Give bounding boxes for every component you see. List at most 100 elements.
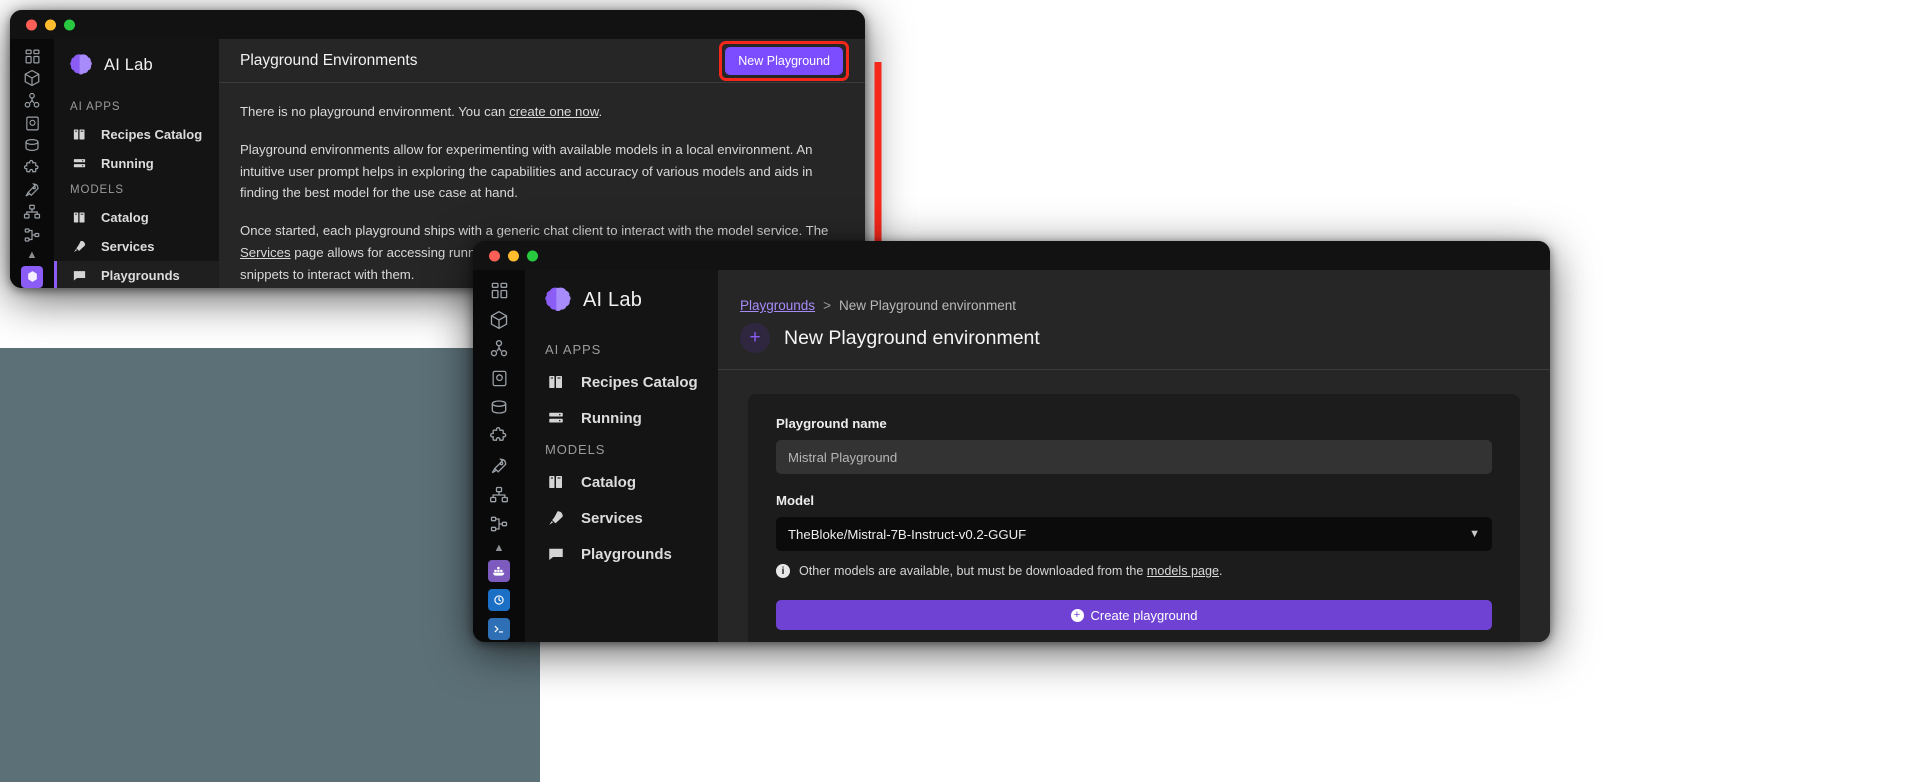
window2-icon-rail[interactable]: ▲	[473, 270, 525, 642]
podman-icon[interactable]	[482, 588, 516, 613]
window1-icon-rail[interactable]: ▲	[10, 39, 54, 288]
brain-icon	[70, 53, 92, 77]
maximize-window-button[interactable]	[64, 19, 75, 30]
brand-name: AI Lab	[583, 288, 643, 311]
sidebar-item-playgrounds[interactable]: Playgrounds	[54, 261, 219, 288]
terminal-logo	[488, 618, 510, 641]
kubernetes-icon[interactable]	[15, 203, 49, 221]
plus-icon: +	[740, 323, 770, 353]
volume-icon[interactable]	[482, 395, 516, 420]
create-playground-label: Create playground	[1090, 607, 1198, 623]
chat-icon	[545, 545, 567, 563]
close-window-button[interactable]	[26, 19, 37, 30]
model-select[interactable]: TheBloke/Mistral-7B-Instruct-v0.2-GGUF ▼	[776, 517, 1492, 551]
docker-logo	[488, 560, 510, 583]
brain-icon	[545, 286, 571, 314]
pods-icon[interactable]	[15, 92, 49, 110]
book-icon	[545, 473, 567, 491]
dashboard-icon[interactable]	[15, 47, 49, 65]
models-page-link[interactable]: models page	[1147, 564, 1219, 578]
rocket-icon	[70, 239, 89, 254]
app-brand: AI Lab	[54, 39, 219, 95]
sidebar-item-recipes-catalog[interactable]: Recipes Catalog	[525, 364, 718, 400]
chevron-down-icon: ▼	[1469, 528, 1480, 540]
kubernetes-icon[interactable]	[482, 482, 516, 507]
cube-icon[interactable]	[15, 69, 49, 87]
sidebar-item-recipes-catalog[interactable]: Recipes Catalog	[54, 120, 219, 149]
text-before: Once started, each playground ships with…	[240, 223, 829, 239]
sidebar-item-services[interactable]: Services	[525, 500, 718, 536]
sidebar-item-services[interactable]: Services	[54, 232, 219, 261]
new-playground-highlight: New Playground	[719, 40, 849, 81]
dashboard-icon[interactable]	[482, 278, 516, 303]
hint-text: Other models are available, but must be …	[799, 564, 1223, 578]
window1-traffic-lights[interactable]	[26, 19, 75, 30]
window2-traffic-lights[interactable]	[489, 250, 538, 261]
create-playground-button[interactable]: + Create playground	[776, 600, 1492, 630]
cube-icon[interactable]	[482, 307, 516, 332]
sidebar-label: Running	[101, 156, 154, 171]
close-window-button[interactable]	[489, 250, 500, 261]
app-brand: AI Lab	[525, 270, 718, 336]
sidebar-label: Services	[581, 509, 643, 527]
model-hint: i Other models are available, but must b…	[776, 564, 1492, 578]
extensions-icon[interactable]	[482, 424, 516, 449]
sidebar-item-running[interactable]: Running	[54, 149, 219, 178]
text-after: .	[598, 104, 603, 119]
book-icon	[70, 127, 89, 142]
page-header: + New Playground environment	[718, 313, 1550, 370]
minimize-window-button[interactable]	[45, 19, 56, 30]
sidebar-label: Playgrounds	[581, 545, 672, 563]
podman-icon[interactable]	[15, 265, 49, 288]
rocket-icon	[545, 509, 567, 527]
sidebar-group-ai-apps: AI APPS	[545, 342, 602, 357]
image-icon[interactable]	[482, 366, 516, 391]
pods-icon[interactable]	[482, 336, 516, 361]
breadcrumb-playgrounds-link[interactable]: Playgrounds	[740, 298, 815, 313]
server-icon	[70, 156, 89, 171]
sidebar-item-playgrounds[interactable]: Playgrounds	[525, 536, 718, 572]
window1-sidebar[interactable]: AI Lab AI APPS Recipes Catalog Running M…	[54, 39, 219, 288]
playground-name-input[interactable]: Mistral Playground	[776, 440, 1492, 474]
sidebar-item-running[interactable]: Running	[525, 400, 718, 436]
sidebar-label: Catalog	[581, 473, 637, 491]
docker-icon[interactable]	[482, 559, 516, 584]
window2-titlebar[interactable]	[473, 241, 1550, 270]
volume-icon[interactable]	[15, 136, 49, 154]
brand-name: AI Lab	[104, 55, 153, 74]
model-select-value: TheBloke/Mistral-7B-Instruct-v0.2-GGUF	[788, 526, 1027, 542]
sidebar-item-catalog[interactable]: Catalog	[525, 464, 718, 500]
compose-icon[interactable]	[482, 511, 516, 536]
compose-icon[interactable]	[15, 226, 49, 244]
sidebar-group-ai-apps: AI APPS	[70, 101, 121, 113]
window2-sidebar[interactable]: AI Lab AI APPS Recipes Catalog Running M…	[525, 270, 718, 642]
window1-header: Playground Environments New Playground	[219, 39, 865, 83]
page-title: Playground Environments	[240, 51, 418, 69]
extensions-icon[interactable]	[15, 159, 49, 177]
info-icon: i	[776, 564, 790, 578]
breadcrumb: Playgrounds > New Playground environment	[718, 270, 1550, 313]
desktop-backdrop	[0, 348, 540, 782]
sidebar-label: Catalog	[101, 210, 149, 225]
services-link[interactable]: Services	[240, 245, 291, 260]
maximize-window-button[interactable]	[527, 250, 538, 261]
rocket-icon[interactable]	[475, 453, 517, 478]
sidebar-group-models: MODELS	[70, 184, 124, 196]
rocket-icon[interactable]	[10, 181, 50, 199]
chat-icon	[70, 268, 89, 283]
new-playground-form: Playground name Mistral Playground Model…	[748, 394, 1520, 642]
hint-before: Other models are available, but must be …	[799, 564, 1147, 578]
breadcrumb-current: New Playground environment	[838, 298, 1017, 313]
create-one-now-link[interactable]: create one now	[509, 104, 598, 119]
window1-titlebar[interactable]	[10, 10, 865, 39]
chevron-up-icon[interactable]: ▲	[27, 248, 38, 262]
minimize-window-button[interactable]	[508, 250, 519, 261]
podman-logo	[21, 265, 43, 288]
chevron-up-icon[interactable]: ▲	[494, 541, 505, 555]
image-icon[interactable]	[15, 114, 49, 132]
sidebar-item-catalog[interactable]: Catalog	[54, 203, 219, 232]
terminal-icon[interactable]	[482, 617, 516, 642]
paragraph-about: Playground environments allow for experi…	[240, 141, 813, 201]
playground-name-label: Playground name	[776, 416, 887, 431]
new-playground-button[interactable]: New Playground	[725, 46, 843, 75]
